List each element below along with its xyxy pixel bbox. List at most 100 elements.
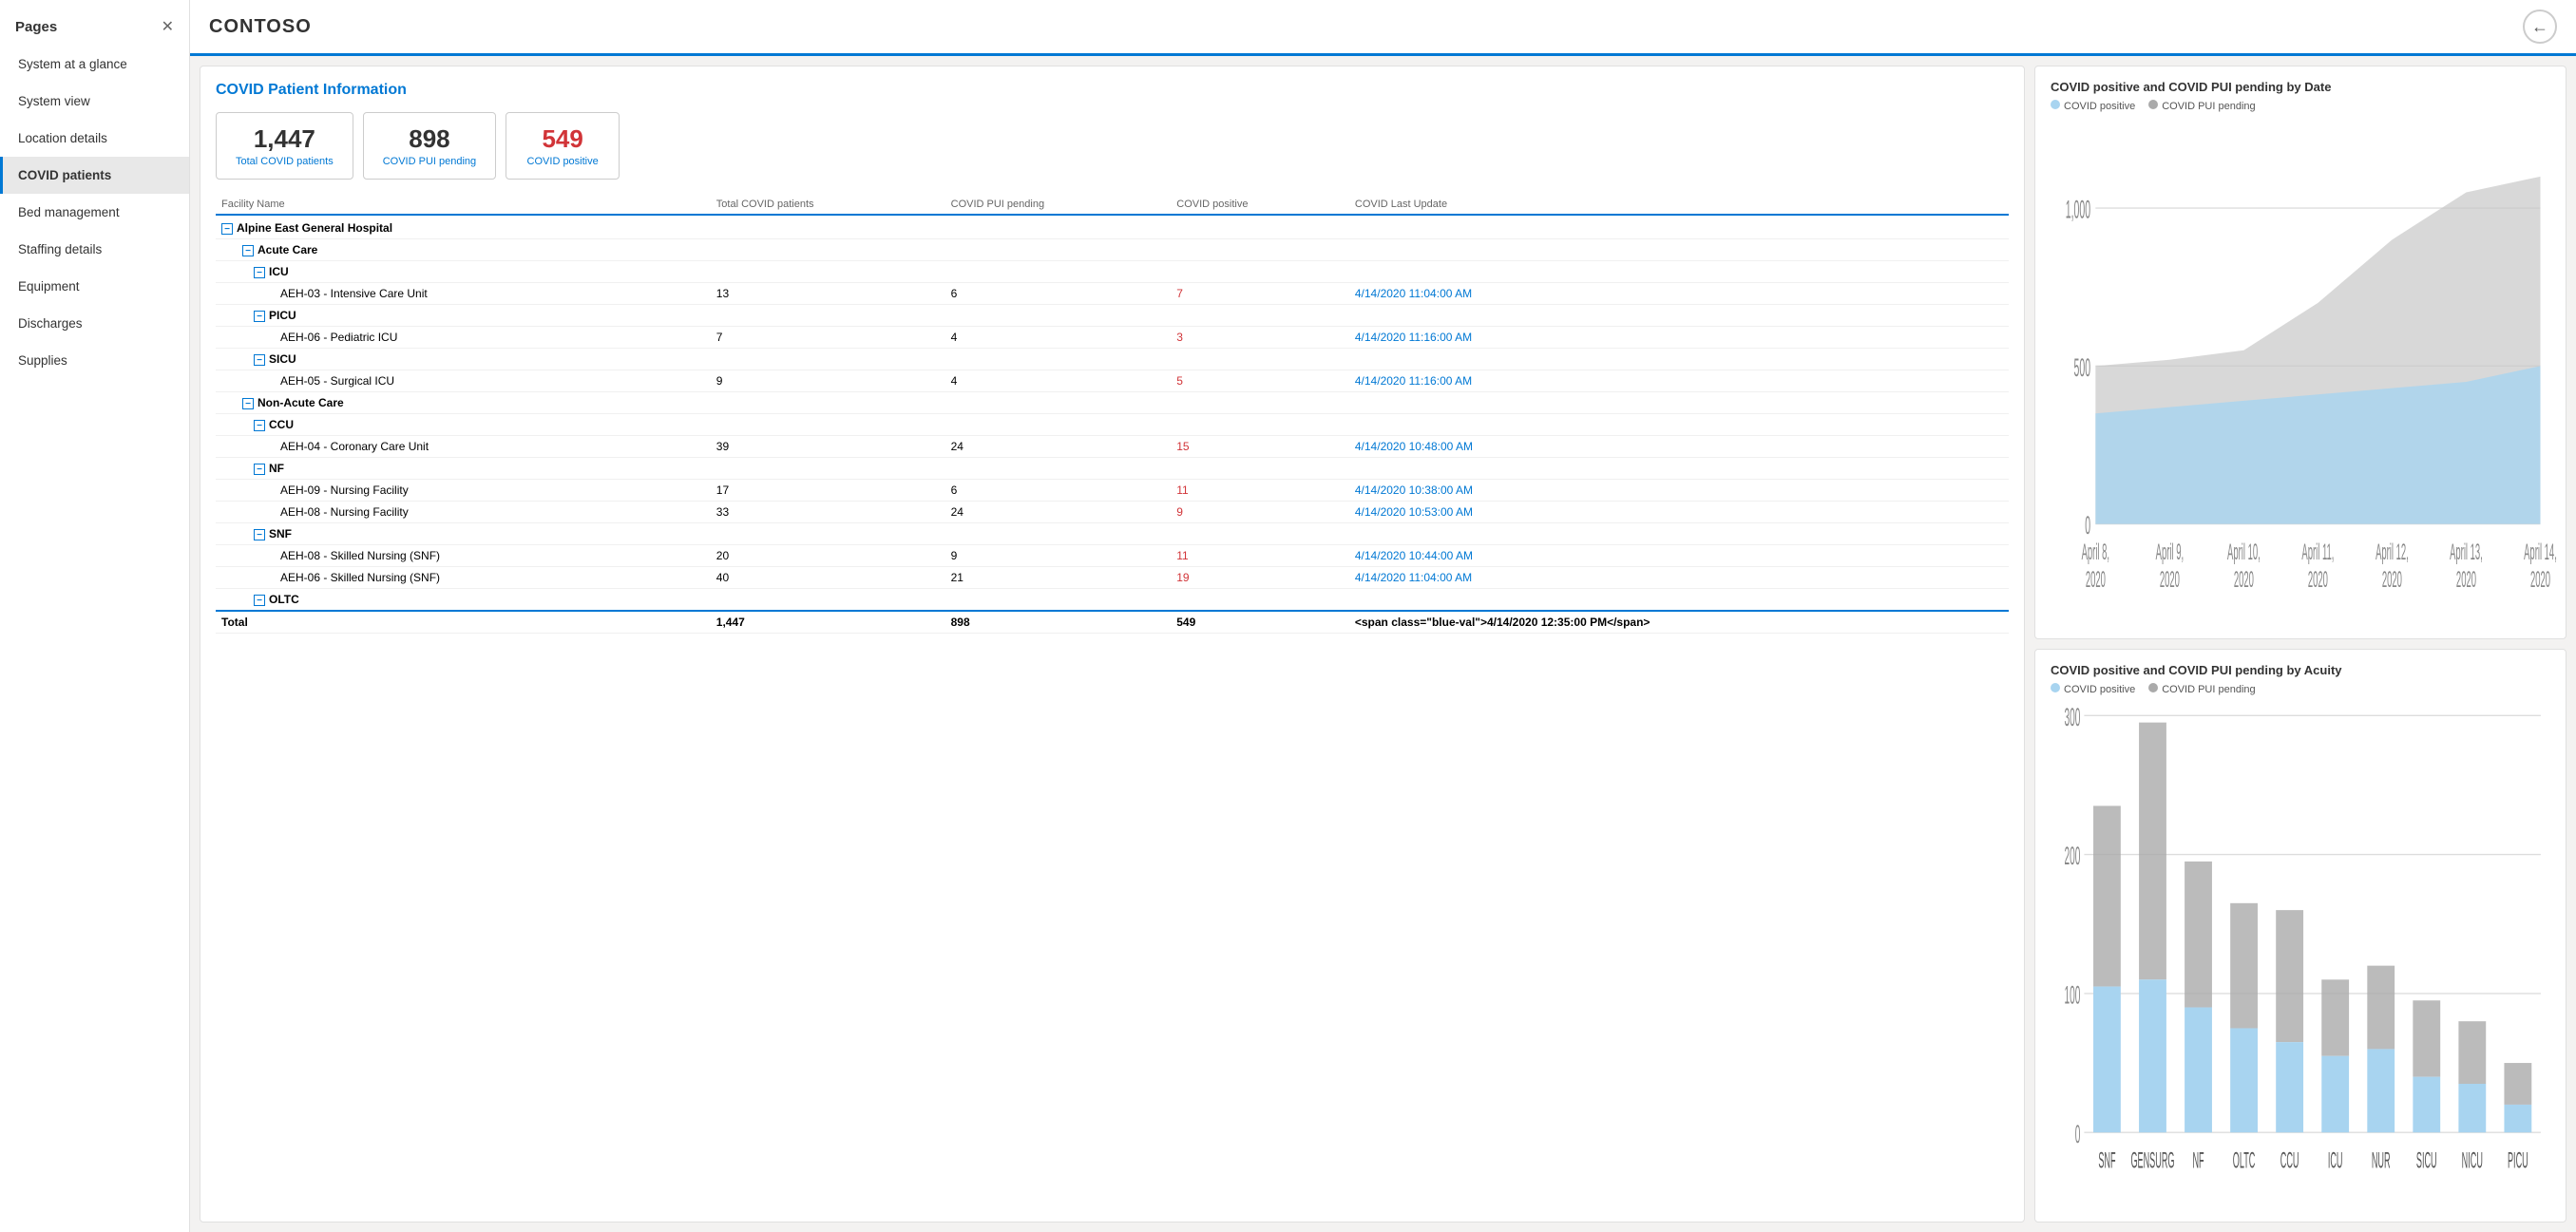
col-covid-positive: COVID positive: [1171, 195, 1349, 215]
table-cell: [945, 305, 1172, 327]
sidebar-item-system-view[interactable]: System view: [0, 83, 189, 120]
sidebar-item-covid-patients[interactable]: COVID patients: [0, 157, 189, 194]
summary-card-1: 898COVID PUI pending: [363, 112, 496, 180]
svg-text:0: 0: [2085, 513, 2090, 540]
table-cell: [945, 239, 1172, 261]
sidebar-item-equipment[interactable]: Equipment: [0, 268, 189, 305]
table-cell: [1349, 458, 2009, 480]
table-cell: AEH-03 - Intensive Care Unit: [216, 283, 711, 305]
top-bar: CONTOSO ←: [190, 0, 2576, 56]
expand-icon[interactable]: −: [254, 529, 265, 540]
table-cell: [711, 414, 945, 436]
sidebar-item-system-at-glance[interactable]: System at a glance: [0, 46, 189, 83]
expand-icon[interactable]: −: [242, 398, 254, 409]
sidebar-item-location-details[interactable]: Location details: [0, 120, 189, 157]
table-row: AEH-08 - Nursing Facility332494/14/2020 …: [216, 502, 2009, 523]
table-cell: [711, 215, 945, 239]
table-cell: 4/14/2020 10:53:00 AM: [1349, 502, 2009, 523]
table-cell: AEH-06 - Skilled Nursing (SNF): [216, 567, 711, 589]
svg-text:ICU: ICU: [2328, 1147, 2343, 1172]
table-cell: [1349, 414, 2009, 436]
expand-icon[interactable]: −: [254, 464, 265, 475]
table-cell: AEH-09 - Nursing Facility: [216, 480, 711, 502]
table-row: −CCU: [216, 414, 2009, 436]
table-row: AEH-03 - Intensive Care Unit13674/14/202…: [216, 283, 2009, 305]
expand-icon[interactable]: −: [221, 223, 233, 235]
table-cell: 33: [711, 502, 945, 523]
legend-item: COVID PUI pending: [2148, 100, 2255, 112]
table-cell: 6: [945, 480, 1172, 502]
expand-icon[interactable]: −: [242, 245, 254, 256]
table-cell: 4/14/2020 11:16:00 AM: [1349, 370, 2009, 392]
sidebar-item-discharges[interactable]: Discharges: [0, 305, 189, 342]
table-row: −Alpine East General Hospital: [216, 215, 2009, 239]
table-cell: −PICU: [216, 305, 711, 327]
table-cell: −Alpine East General Hospital: [216, 215, 711, 239]
svg-text:1,000: 1,000: [2066, 197, 2090, 224]
expand-icon[interactable]: −: [254, 267, 265, 278]
sidebar-item-staffing-details[interactable]: Staffing details: [0, 231, 189, 268]
table-cell: −Acute Care: [216, 239, 711, 261]
table-cell: [1171, 239, 1349, 261]
svg-text:500: 500: [2074, 355, 2091, 383]
table-row: −Non-Acute Care: [216, 392, 2009, 414]
table-cell: [945, 215, 1172, 239]
svg-text:GENSURG: GENSURG: [2130, 1147, 2174, 1172]
table-cell: −CCU: [216, 414, 711, 436]
legend-dot: [2051, 100, 2060, 109]
legend-item: COVID PUI pending: [2148, 683, 2255, 695]
table-cell: [1171, 392, 1349, 414]
table-cell: 9: [711, 370, 945, 392]
table-row: −SNF: [216, 523, 2009, 545]
legend-dot: [2148, 683, 2158, 692]
table-cell: [1349, 523, 2009, 545]
table-cell: [711, 458, 945, 480]
back-button[interactable]: ←: [2523, 9, 2557, 44]
main-area: CONTOSO ← COVID Patient Information 1,44…: [190, 0, 2576, 1232]
sidebar-close-button[interactable]: ✕: [162, 17, 174, 36]
data-table-container[interactable]: Facility NameTotal COVID patientsCOVID P…: [216, 195, 2009, 1206]
table-cell: 4: [945, 327, 1172, 349]
right-panel: COVID positive and COVID PUI pending by …: [2034, 66, 2566, 1223]
bar-chart-area: 0100200300SNFGENSURGNFOLTCCCUICUNURSICUN…: [2051, 703, 2550, 1208]
sidebar-item-bed-management[interactable]: Bed management: [0, 194, 189, 231]
table-row: −Acute Care: [216, 239, 2009, 261]
table-cell: [711, 589, 945, 612]
table-cell: −ICU: [216, 261, 711, 283]
svg-text:PICU: PICU: [2508, 1147, 2528, 1172]
table-cell: [1171, 305, 1349, 327]
table-cell: −SICU: [216, 349, 711, 370]
table-cell: AEH-06 - Pediatric ICU: [216, 327, 711, 349]
expand-icon[interactable]: −: [254, 595, 265, 606]
table-row: AEH-09 - Nursing Facility176114/14/2020 …: [216, 480, 2009, 502]
legend-item: COVID positive: [2051, 683, 2135, 695]
table-cell: [711, 239, 945, 261]
svg-text:300: 300: [2064, 704, 2080, 731]
table-row: AEH-04 - Coronary Care Unit3924154/14/20…: [216, 436, 2009, 458]
svg-text:April 11,: April 11,: [2301, 540, 2334, 564]
svg-text:SNF: SNF: [2098, 1147, 2115, 1172]
table-cell: 17: [711, 480, 945, 502]
svg-text:2020: 2020: [2456, 567, 2476, 592]
svg-text:0: 0: [2075, 1121, 2081, 1148]
table-cell: [711, 523, 945, 545]
svg-text:April 13,: April 13,: [2450, 540, 2483, 564]
table-cell: 11: [1171, 480, 1349, 502]
svg-text:2020: 2020: [2382, 567, 2402, 592]
table-cell: [1171, 414, 1349, 436]
svg-text:NUR: NUR: [2372, 1147, 2391, 1172]
col-facility-name: Facility Name: [216, 195, 711, 215]
expand-icon[interactable]: −: [254, 311, 265, 322]
expand-icon[interactable]: −: [254, 354, 265, 366]
table-cell: AEH-04 - Coronary Care Unit: [216, 436, 711, 458]
svg-text:2020: 2020: [2086, 567, 2106, 592]
table-cell: 549: [1171, 611, 1349, 634]
content-area: COVID Patient Information 1,447Total COV…: [190, 56, 2576, 1232]
table-cell: −OLTC: [216, 589, 711, 612]
expand-icon[interactable]: −: [254, 420, 265, 431]
sidebar-item-supplies[interactable]: Supplies: [0, 342, 189, 379]
summary-card-0: 1,447Total COVID patients: [216, 112, 353, 180]
svg-text:April 12,: April 12,: [2376, 540, 2409, 564]
legend-dot: [2051, 683, 2060, 692]
svg-text:2020: 2020: [2160, 567, 2180, 592]
